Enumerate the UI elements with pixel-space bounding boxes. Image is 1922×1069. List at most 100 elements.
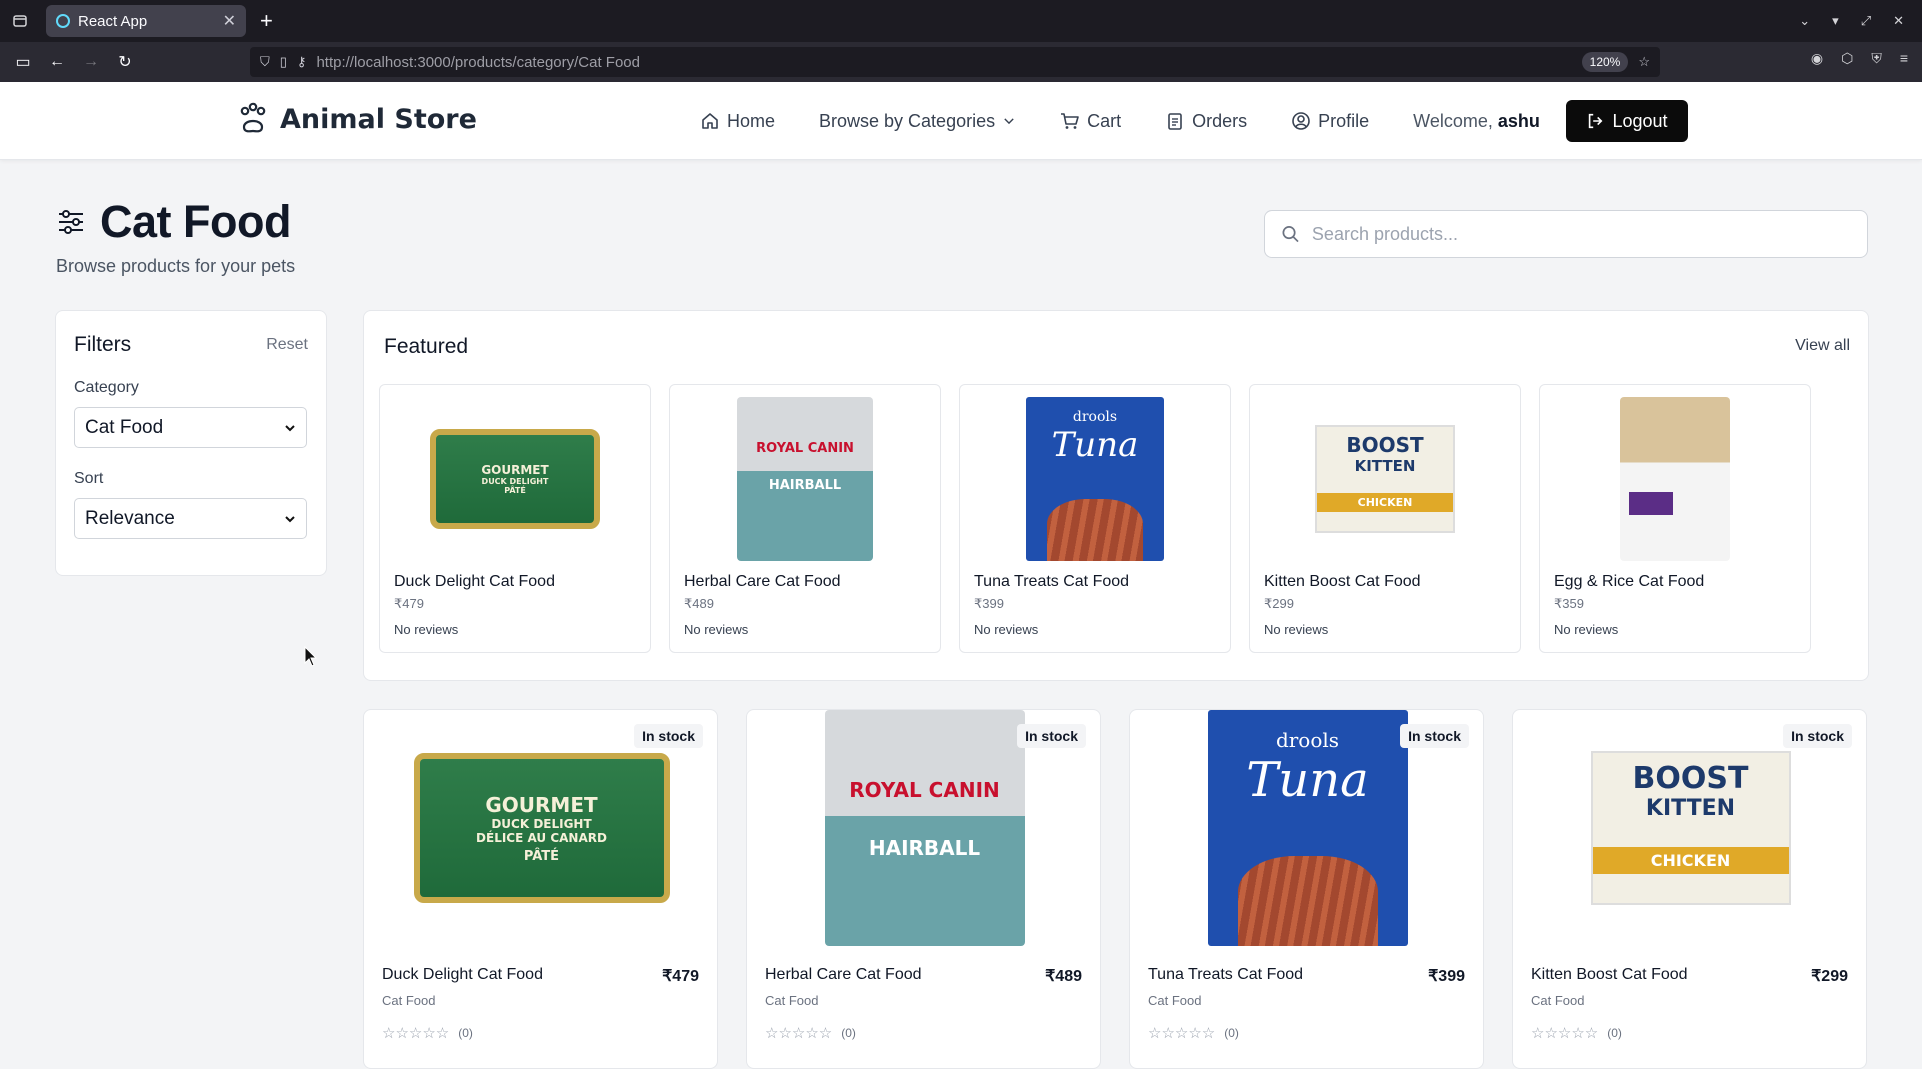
logout-label: Logout xyxy=(1612,110,1668,131)
stock-badge: In stock xyxy=(1017,724,1086,748)
privacy-shield-icon[interactable]: ⛨ xyxy=(1871,50,1882,67)
logout-button[interactable]: Logout xyxy=(1566,100,1688,142)
reset-button[interactable]: Reset xyxy=(266,336,308,354)
orders-icon xyxy=(1168,113,1182,130)
search-box[interactable] xyxy=(1264,210,1868,258)
url-bar[interactable]: ⛉ ▯ ⚷ http://localhost:3000/products/cat… xyxy=(250,47,1660,77)
pouch-brand: drools xyxy=(1275,728,1340,752)
url-text: http://localhost:3000/products/category/… xyxy=(316,53,640,71)
account-icon[interactable]: ◉ xyxy=(1811,50,1823,67)
sort-label: Sort xyxy=(74,470,104,487)
featured-card[interactable]: Egg & Rice Cat Food ₹359 No reviews xyxy=(1539,384,1811,653)
chevron-down-icon[interactable]: ⌄ xyxy=(1799,13,1810,29)
page-heading: Cat Food Browse products for your pets xyxy=(56,196,295,277)
featured-card[interactable]: ROYAL CANIN HAIRBALL Herbal Care Cat Foo… xyxy=(669,384,941,653)
close-window-icon[interactable]: ✕ xyxy=(1893,13,1904,29)
product-category: Cat Food xyxy=(765,993,819,1008)
sort-select-value: Relevance xyxy=(85,507,175,529)
nav-categories-dropdown[interactable]: Browse by Categories xyxy=(819,111,1016,132)
cart-icon xyxy=(1061,113,1079,129)
browser-tab[interactable]: React App ✕ xyxy=(46,5,246,37)
filters-title: Filters xyxy=(74,333,132,356)
nav-home[interactable]: Home xyxy=(700,111,775,132)
back-icon[interactable]: ← xyxy=(40,46,74,78)
sidebar-toggle-icon[interactable]: ▭ xyxy=(6,46,40,78)
window-controls: ⌄ ▾ ⤢ ✕ xyxy=(1799,13,1922,29)
category-select[interactable]: Cat Food xyxy=(74,407,307,448)
pouch-brand: drools xyxy=(1072,409,1118,425)
nav-profile[interactable]: Profile xyxy=(1291,111,1369,132)
featured-price: ₹299 xyxy=(1264,596,1294,611)
nav-cart[interactable]: Cart xyxy=(1060,111,1121,132)
product-image: BOOST KITTEN CHICKEN xyxy=(1262,397,1508,561)
rating-count: (0) xyxy=(458,1026,473,1040)
minimize-icon[interactable]: ▾ xyxy=(1832,13,1839,29)
home-icon xyxy=(702,113,718,129)
pouch-title: Tuna xyxy=(1246,752,1369,808)
box-subtitle: KITTEN xyxy=(1645,796,1736,821)
featured-name: Kitten Boost Cat Food xyxy=(1264,573,1421,590)
product-card[interactable]: BOOST KITTEN CHICKEN In stock Kitten Boo… xyxy=(1512,709,1867,1069)
search-icon xyxy=(1282,226,1299,243)
tab-close-icon[interactable]: ✕ xyxy=(223,11,236,31)
product-category: Cat Food xyxy=(1148,993,1202,1008)
product-card[interactable]: GOURMET DUCK DELIGHT DÉLICE AU CANARD PÂ… xyxy=(363,709,718,1069)
featured-name: Tuna Treats Cat Food xyxy=(974,573,1130,590)
zoom-level[interactable]: 120% xyxy=(1581,52,1629,72)
paw-icon xyxy=(240,102,266,133)
main-nav: Home Browse by Categories Cart Orders Pr… xyxy=(700,100,1540,142)
sliders-icon xyxy=(59,210,83,234)
star-rating: ☆☆☆☆☆ (0) xyxy=(1531,1024,1622,1042)
featured-card[interactable]: BOOST KITTEN CHICKEN Kitten Boost Cat Fo… xyxy=(1249,384,1521,653)
stock-badge: In stock xyxy=(1400,724,1469,748)
featured-name: Egg & Rice Cat Food xyxy=(1554,573,1705,590)
featured-price: ₹489 xyxy=(684,596,714,611)
product-image: GOURMET DUCK DELIGHT PÂTÉ xyxy=(392,397,638,561)
product-price: ₹479 xyxy=(662,968,699,985)
product-category: Cat Food xyxy=(382,993,436,1008)
featured-card[interactable]: GOURMET DUCK DELIGHT PÂTÉ Duck Delight C… xyxy=(379,384,651,653)
bag-brand: ROYAL CANIN xyxy=(756,441,854,456)
browser-nav-bar: ▭ ← → ↻ ⛉ ▯ ⚷ http://localhost:3000/prod… xyxy=(0,42,1922,82)
brand-name: Animal Store xyxy=(280,103,477,135)
extensions-icon[interactable]: ⬡ xyxy=(1841,50,1853,67)
box-flavor: CHICKEN xyxy=(1592,847,1789,874)
star-rating: ☆☆☆☆☆ (0) xyxy=(382,1024,473,1042)
browser-tab-bar: React App ✕ + ⌄ ▾ ⤢ ✕ xyxy=(0,0,1922,42)
tab-title: React App xyxy=(78,12,148,30)
product-image: ROYAL CANIN HAIRBALL xyxy=(682,397,928,561)
search-input[interactable] xyxy=(1311,223,1851,245)
product-category: Cat Food xyxy=(1531,993,1585,1008)
view-all-link[interactable]: View all xyxy=(1795,337,1850,355)
restore-icon[interactable]: ⤢ xyxy=(1861,13,1871,29)
product-name: Tuna Treats Cat Food xyxy=(1148,966,1304,983)
category-label: Category xyxy=(74,379,139,396)
filters-panel: Filters Reset Category Cat Food Sort Rel… xyxy=(55,310,327,576)
menu-icon[interactable]: ≡ xyxy=(1900,50,1908,67)
forward-icon[interactable]: → xyxy=(74,46,108,78)
rating-count: (0) xyxy=(1607,1026,1622,1040)
star-icons: ☆☆☆☆☆ xyxy=(382,1025,450,1042)
can-sublabel: DUCK DELIGHT xyxy=(481,477,549,486)
featured-reviews: No reviews xyxy=(684,622,749,637)
box-subtitle: KITTEN xyxy=(1354,457,1416,475)
shield-icon: ⛉ xyxy=(260,54,270,69)
reload-icon[interactable]: ↻ xyxy=(108,46,142,78)
can-pate: PÂTÉ xyxy=(523,848,560,864)
mouse-cursor-icon xyxy=(304,646,318,667)
category-select-value: Cat Food xyxy=(85,416,164,438)
product-price: ₹299 xyxy=(1811,968,1848,985)
star-icons: ☆☆☆☆☆ xyxy=(1148,1025,1216,1042)
tab-list-icon[interactable] xyxy=(0,0,40,42)
featured-card[interactable]: drools Tuna Tuna Treats Cat Food ₹399 No… xyxy=(959,384,1231,653)
product-card[interactable]: ROYAL CANIN HAIRBALL In stock Herbal Car… xyxy=(746,709,1101,1069)
key-icon: ⚷ xyxy=(296,54,307,69)
star-icons: ☆☆☆☆☆ xyxy=(1531,1025,1599,1042)
brand-logo[interactable]: Animal Store xyxy=(236,102,477,136)
nav-orders[interactable]: Orders xyxy=(1165,111,1247,132)
product-card[interactable]: drools Tuna In stock Tuna Treats Cat Foo… xyxy=(1129,709,1484,1069)
bookmark-star-icon[interactable]: ☆ xyxy=(1638,54,1650,70)
page-subtitle: Browse products for your pets xyxy=(56,256,296,276)
sort-select[interactable]: Relevance xyxy=(74,498,307,539)
new-tab-icon[interactable]: + xyxy=(260,8,273,34)
